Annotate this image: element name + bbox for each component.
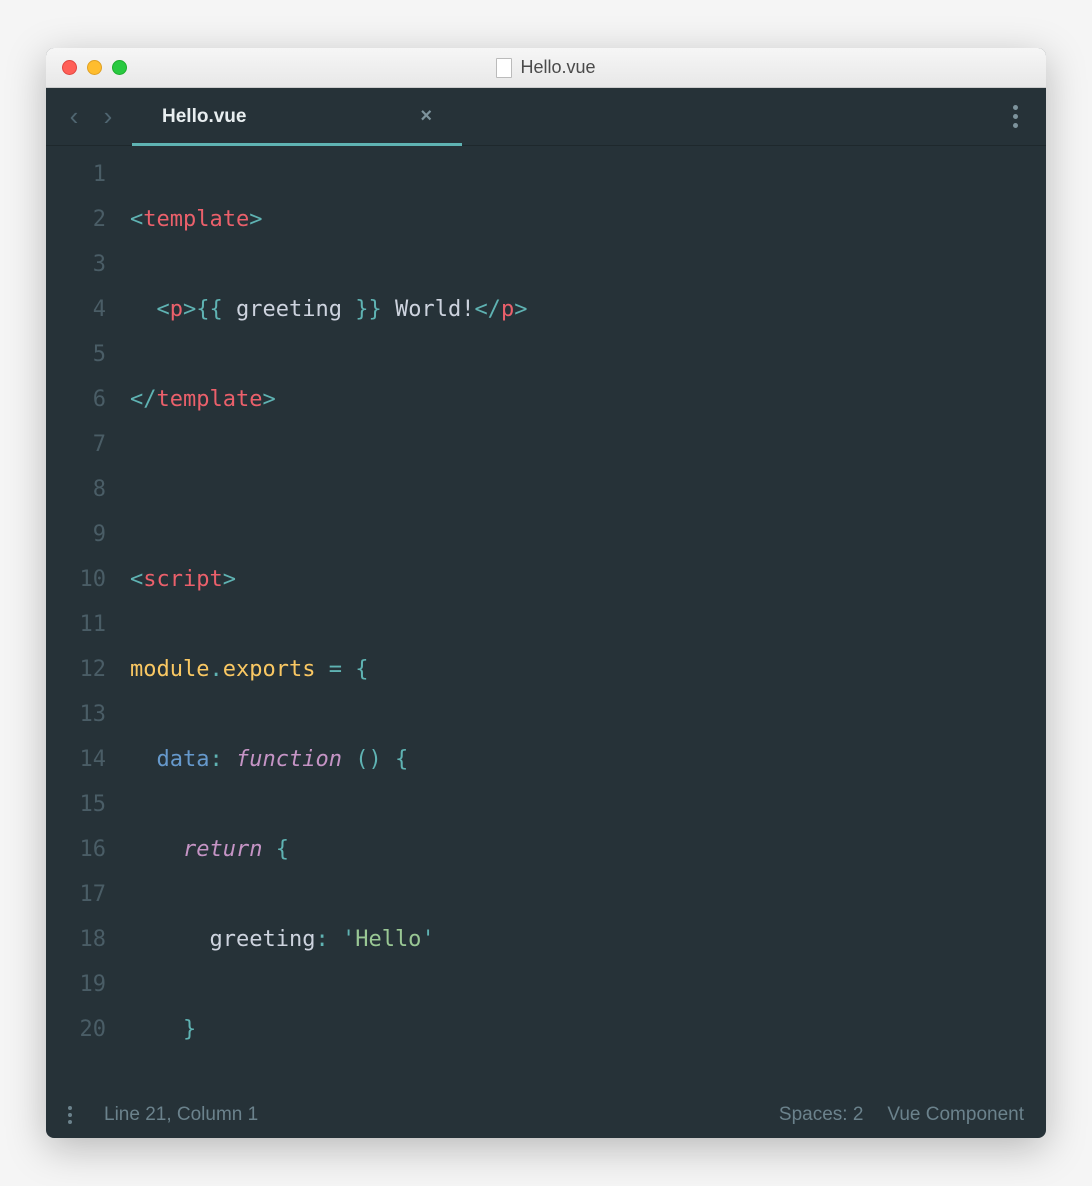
code-line: } (130, 1007, 1046, 1052)
syntax-mode[interactable]: Vue Component (887, 1104, 1024, 1126)
line-number: 6 (46, 377, 106, 422)
code-line: </template> (130, 377, 1046, 422)
line-number: 2 (46, 197, 106, 242)
line-number: 10 (46, 557, 106, 602)
titlebar: Hello.vue (46, 48, 1046, 88)
line-number: 17 (46, 872, 106, 917)
nav-arrows: ‹ › (60, 88, 132, 145)
line-number: 11 (46, 602, 106, 647)
line-number: 19 (46, 962, 106, 1007)
code-line: module.exports = { (130, 647, 1046, 692)
line-number: 16 (46, 827, 106, 872)
tab-overflow-menu-button[interactable] (1005, 97, 1026, 136)
nav-forward-button[interactable]: › (94, 101, 122, 132)
tab-bar: ‹ › Hello.vue × (46, 88, 1046, 146)
code-line: <template> (130, 197, 1046, 242)
status-menu-button[interactable] (68, 1102, 80, 1128)
line-number: 4 (46, 287, 106, 332)
indentation-setting[interactable]: Spaces: 2 (779, 1104, 864, 1126)
line-number: 18 (46, 917, 106, 962)
code-line: greeting: 'Hello' (130, 917, 1046, 962)
traffic-lights (46, 60, 127, 75)
line-number: 3 (46, 242, 106, 287)
cursor-position[interactable]: Line 21, Column 1 (104, 1104, 258, 1126)
window-title: Hello.vue (46, 57, 1046, 78)
nav-back-button[interactable]: ‹ (60, 101, 88, 132)
code-line: return { (130, 827, 1046, 872)
line-number: 5 (46, 332, 106, 377)
line-number: 1 (46, 152, 106, 197)
tab-close-button[interactable]: × (420, 105, 432, 128)
code-line: <script> (130, 557, 1046, 602)
line-number: 8 (46, 467, 106, 512)
tabbar-actions (1005, 88, 1026, 145)
tab-label: Hello.vue (162, 106, 246, 128)
minimize-window-button[interactable] (87, 60, 102, 75)
line-number: 14 (46, 737, 106, 782)
line-number: 9 (46, 512, 106, 557)
code-line (130, 467, 1046, 512)
line-number: 15 (46, 782, 106, 827)
code-content[interactable]: <template> <p>{{ greeting }} World!</p> … (130, 152, 1046, 1092)
line-number-gutter: 1 2 3 4 5 6 7 8 9 10 11 12 13 14 15 16 1… (46, 152, 130, 1092)
close-window-button[interactable] (62, 60, 77, 75)
window-title-text: Hello.vue (520, 57, 595, 78)
line-number: 13 (46, 692, 106, 737)
line-number: 20 (46, 1007, 106, 1052)
code-line: <p>{{ greeting }} World!</p> (130, 287, 1046, 332)
line-number: 12 (46, 647, 106, 692)
code-editor[interactable]: 1 2 3 4 5 6 7 8 9 10 11 12 13 14 15 16 1… (46, 146, 1046, 1092)
status-bar: Line 21, Column 1 Spaces: 2 Vue Componen… (46, 1092, 1046, 1138)
editor-window: Hello.vue ‹ › Hello.vue × 1 2 3 4 5 6 7 … (46, 48, 1046, 1138)
line-number: 7 (46, 422, 106, 467)
file-icon (496, 58, 512, 78)
code-line: data: function () { (130, 737, 1046, 782)
zoom-window-button[interactable] (112, 60, 127, 75)
tab-hello-vue[interactable]: Hello.vue × (132, 88, 462, 145)
